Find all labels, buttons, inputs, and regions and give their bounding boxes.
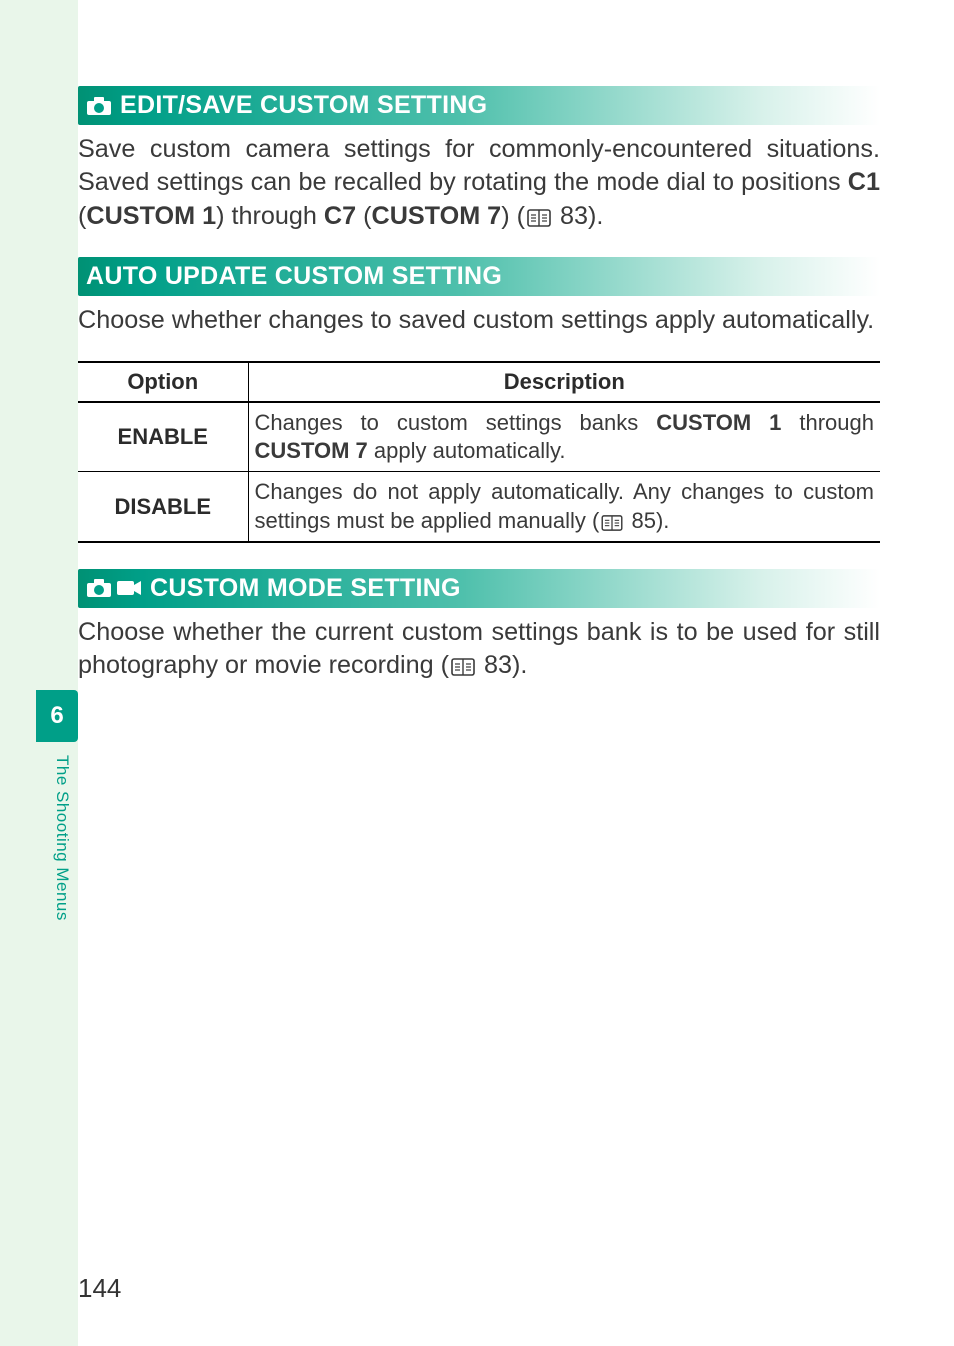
page-number: 144 (78, 1273, 121, 1304)
chapter-side-label: The Shooting Menus (50, 755, 72, 1015)
desc-disable: Changes do not apply automatically. Any … (248, 472, 880, 542)
section-title: CUSTOM MODE SETTING (150, 574, 461, 603)
section-body-custom-mode: Choose whether the current custom settin… (78, 616, 880, 683)
option-disable: DISABLE (78, 472, 248, 542)
table-row: ENABLE Changes to custom settings banks … (78, 402, 880, 472)
table-header-row: Option Description (78, 362, 880, 402)
page-ref-icon (449, 658, 477, 676)
page-ref-icon (599, 515, 625, 531)
camera-icon (86, 96, 112, 116)
section-heading-auto-update: AUTO UPDATE CUSTOM SETTING (78, 257, 880, 296)
option-enable: ENABLE (78, 402, 248, 472)
section-title: EDIT/SAVE CUSTOM SETTING (120, 91, 487, 120)
section-heading-edit-save: EDIT/SAVE CUSTOM SETTING (78, 86, 880, 125)
page-ref-icon (525, 209, 553, 227)
page-content: EDIT/SAVE CUSTOM SETTING Save custom cam… (78, 86, 880, 706)
section-title: AUTO UPDATE CUSTOM SETTING (86, 262, 502, 291)
options-table: Option Description ENABLE Changes to cus… (78, 361, 880, 543)
camera-movie-icon (86, 578, 142, 598)
chapter-tab: 6 (36, 690, 78, 742)
desc-enable: Changes to custom settings banks CUSTOM … (248, 402, 880, 472)
col-header-option: Option (78, 362, 248, 402)
col-header-description: Description (248, 362, 880, 402)
section-heading-custom-mode: CUSTOM MODE SETTING (78, 569, 880, 608)
table-row: DISABLE Changes do not apply automatical… (78, 472, 880, 542)
chapter-number: 6 (50, 702, 63, 730)
section-body-edit-save: Save custom camera settings for commonly… (78, 133, 880, 233)
page-left-strip (0, 0, 78, 1346)
section-body-auto-update: Choose whether changes to saved custom s… (78, 304, 880, 337)
